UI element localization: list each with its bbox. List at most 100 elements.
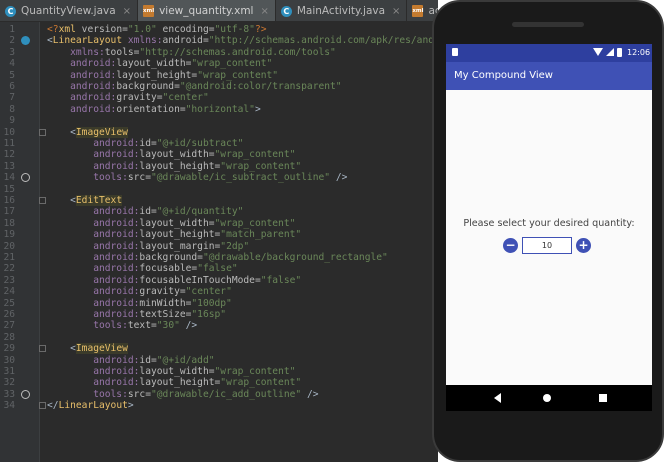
xml-file-icon: xml <box>143 5 154 17</box>
code-text: android:layout_width="wrap_content" <box>47 149 295 160</box>
close-icon[interactable]: × <box>260 6 268 17</box>
fold-marker-icon[interactable] <box>39 345 46 353</box>
code-line: 29 <ImageView <box>0 343 438 355</box>
recents-icon[interactable] <box>599 394 607 402</box>
code-token: "wrap_content" <box>197 69 279 81</box>
code-token: background= <box>139 252 203 263</box>
code-line: 30 android:id="@+id/add" <box>0 355 438 366</box>
editor-tab-bar: C QuantityView.java × xml view_quantity.xml ×… <box>0 0 438 22</box>
line-number: 30 <box>3 354 15 366</box>
close-icon[interactable]: × <box>123 6 131 17</box>
code-token: "@drawable/ic_add_outline" <box>150 388 307 400</box>
line-number: 32 <box>3 377 15 389</box>
code-line: 16 <EditText <box>0 195 438 206</box>
code-line: 19 android:layout_height="match_parent" <box>0 229 438 240</box>
code-text: android:gravity="center" <box>47 286 232 297</box>
code-token: android: <box>47 69 117 81</box>
code-token: gravity= <box>116 92 163 104</box>
fold-marker-icon[interactable] <box>39 128 46 136</box>
fold-marker-icon[interactable] <box>39 197 46 204</box>
line-number: 14 <box>3 172 15 184</box>
code-token: layout_width= <box>116 58 192 70</box>
line-number: 13 <box>3 160 15 172</box>
code-token: LinearLayout <box>58 400 128 412</box>
code-token: android: <box>47 81 117 92</box>
code-text: android:background="@android:color/trans… <box>47 81 342 92</box>
code-token: xmlns: <box>127 35 163 47</box>
code-line: 9 <box>0 115 438 126</box>
add-button[interactable]: + <box>576 238 591 253</box>
quantity-field[interactable]: 10 <box>522 237 572 254</box>
line-number: 31 <box>3 366 15 377</box>
subtract-marker-icon[interactable] <box>21 173 30 183</box>
code-token: focusable= <box>139 263 198 275</box>
code-token: android: <box>47 377 140 389</box>
line-number: 8 <box>9 103 15 115</box>
home-icon[interactable] <box>543 394 551 402</box>
line-number: 6 <box>9 81 15 92</box>
code-text: android:layout_height="wrap_content" <box>47 161 301 172</box>
class-marker-icon[interactable] <box>21 36 30 46</box>
code-token: "1.0" <box>127 24 163 35</box>
tab-view-quantity-xml[interactable]: xml view_quantity.xml × <box>138 0 276 21</box>
code-token: focusableInTouchMode= <box>139 274 261 286</box>
code-token: android: <box>47 217 140 229</box>
code-line: 28 <box>0 332 438 343</box>
code-token: layout_height= <box>139 377 221 389</box>
code-token: layout_width= <box>139 366 215 377</box>
fold-marker-icon[interactable] <box>39 402 46 410</box>
code-token: android: <box>47 103 117 115</box>
code-line: 24 android:gravity="center" <box>0 286 438 297</box>
code-editor[interactable]: 1 <?xml version="1.0" encoding="utf-8"?> 2… <box>0 22 463 462</box>
line-number: 17 <box>3 206 15 218</box>
code-line: 14 tools:src="@drawable/ic_subtract_outl… <box>0 172 438 183</box>
code-line: 31 android:layout_width="wrap_content" <box>0 366 438 377</box>
code-text: android:id="@+id/quantity" <box>47 206 243 217</box>
java-class-icon: C <box>280 5 292 17</box>
sd-card-icon <box>452 48 458 56</box>
subtract-button[interactable]: − <box>503 238 518 253</box>
code-line: 2 <LinearLayout xmlns:android="http://sch… <box>0 35 463 47</box>
code-text: android:id="@+id/subtract" <box>47 138 243 149</box>
battery-icon <box>617 48 622 57</box>
code-token: id= <box>139 206 157 218</box>
status-clock: 12:06 <box>627 48 651 57</box>
code-token: android: <box>47 138 140 149</box>
code-line: 5 android:layout_height="wrap_content" <box>0 70 438 81</box>
code-line: 13 android:layout_height="wrap_content" <box>0 161 438 172</box>
code-token: tools= <box>104 46 140 58</box>
code-line: 11 android:id="@+id/subtract" <box>0 138 438 149</box>
phone-screen: 12:06 My Compound View Please select you… <box>446 44 652 411</box>
line-number: 16 <box>3 195 15 206</box>
code-token: "center" <box>185 286 232 298</box>
code-token: LinearLayout <box>52 35 128 47</box>
close-icon[interactable]: × <box>392 6 400 17</box>
code-token: "wrap_content" <box>191 58 273 70</box>
code-line: 33 tools:src="@drawable/ic_add_outline" … <box>0 389 438 400</box>
code-token: layout_width= <box>139 217 215 229</box>
code-token: android: <box>47 297 140 309</box>
code-token: "2dp" <box>220 240 250 252</box>
code-text: <EditText <box>47 195 123 206</box>
code-token: layout_height= <box>116 69 198 81</box>
code-token: version= <box>81 24 128 35</box>
back-icon[interactable] <box>494 393 501 403</box>
add-marker-icon[interactable] <box>21 389 30 399</box>
code-text: tools:src="@drawable/ic_add_outline" /> <box>47 388 318 400</box>
code-token: "wrap_content" <box>214 149 296 161</box>
code-line: 4 android:layout_width="wrap_content" <box>0 58 438 69</box>
code-text: android:id="@+id/add" <box>47 355 214 366</box>
code-token: "@android:color/transparent" <box>179 81 342 92</box>
tab-mainactivity-java[interactable]: C MainActivity.java × <box>276 0 408 21</box>
code-token: android: <box>47 206 140 218</box>
code-token: "@drawable/background_rectangle" <box>202 252 388 263</box>
code-token: "http://schemas.android.com/apk/res/andr… <box>208 35 463 47</box>
code-text: android:layout_height="wrap_content" <box>47 377 301 388</box>
status-bar: 12:06 <box>446 44 652 62</box>
tab-quantityview-java[interactable]: C QuantityView.java × <box>0 0 139 21</box>
line-number: 29 <box>3 343 15 355</box>
line-number: 10 <box>3 126 15 138</box>
line-number: 18 <box>3 217 15 229</box>
line-number: 2 <box>9 35 15 47</box>
code-token: "center" <box>162 92 209 104</box>
